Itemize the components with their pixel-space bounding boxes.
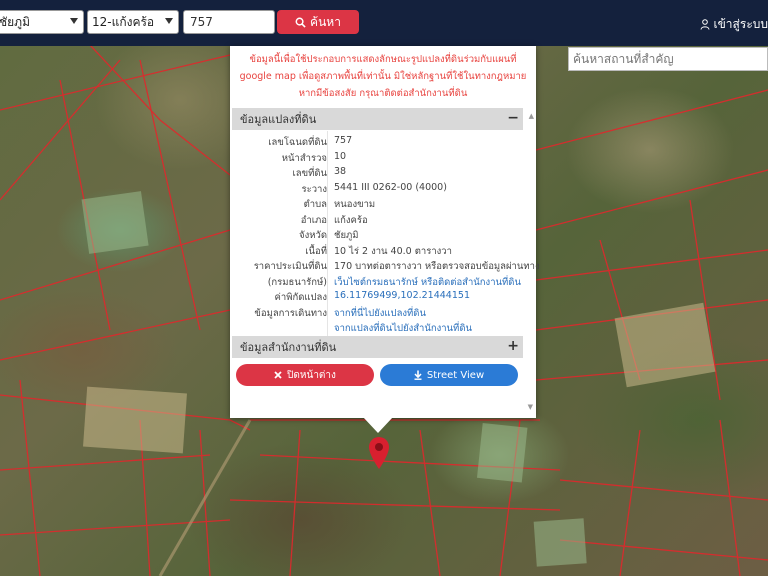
table-row: ราคาประเมินที่ดิน 170 บาทต่อตารางวา หรือต…: [230, 258, 540, 274]
download-icon: [414, 370, 422, 380]
close-x-icon: [274, 371, 282, 379]
table-row: ระวาง 5441 III 0262-00 (4000): [230, 181, 536, 197]
top-navigation-bar: ชัยภูมิ 12-แก้งคร้อ 757 ค้นหา เข้าสู่ระบ…: [0, 0, 768, 46]
row-value: 757: [334, 135, 353, 146]
table-row: ตำบล หนองขาม: [230, 196, 536, 212]
table-row: เลขที่ดิน 38: [230, 165, 536, 181]
row-link[interactable]: เว็บไซต์กรมธนารักษ์ หรือติดต่อสำนักงานที…: [334, 275, 521, 290]
row-value: 170 บาทต่อตารางวา หรือตรวจสอบข้อมูลผ่านท…: [334, 261, 540, 272]
popup-pointer: [363, 417, 393, 433]
close-window-button[interactable]: ปิดหน้าต่าง: [236, 364, 374, 386]
table-row: อำเภอ แก้งคร้อ: [230, 212, 536, 228]
row-label: ค่าพิกัดแปลง: [274, 292, 328, 303]
district-select-value: 12-แก้งคร้อ: [92, 14, 155, 29]
row-label: (กรมธนารักษ์): [267, 276, 327, 288]
street-view-button[interactable]: Street View: [380, 364, 518, 386]
parcel-info-section-header[interactable]: ข้อมูลแปลงที่ดิน −: [232, 108, 523, 130]
login-label: เข้าสู่ระบบ: [713, 17, 768, 31]
row-value: แก้งคร้อ: [334, 214, 368, 226]
row-label: เนื้อที่: [305, 245, 327, 257]
row-value: 10: [334, 150, 347, 162]
expand-icon[interactable]: +: [507, 338, 519, 354]
parcel-info-popup: ข้อมูลนี้เพื่อใช้ประกอบการแสดงลักษณะรูปแ…: [230, 46, 540, 418]
landmark-search-input[interactable]: ค้นหาสถานที่สำคัญ: [568, 47, 768, 71]
row-label: หน้าสำรวจ: [281, 152, 327, 164]
table-row: หน้าสำรวจ 10: [230, 150, 536, 166]
row-label: ข้อมูลการเดินทาง: [254, 307, 327, 319]
scroll-down-icon[interactable]: ▼: [528, 403, 533, 411]
login-link[interactable]: เข้าสู่ระบบ: [700, 15, 768, 34]
row-label: จังหวัด: [299, 230, 327, 241]
search-button[interactable]: ค้นหา: [277, 10, 359, 34]
row-label: เลขโฉนดที่ดิน: [268, 137, 327, 148]
landmark-search-placeholder: ค้นหาสถานที่สำคัญ: [573, 51, 674, 66]
row-label: ระวาง: [301, 183, 327, 195]
office-info-section-title: ข้อมูลสำนักงานที่ดิน: [240, 341, 337, 354]
map-pin-icon[interactable]: [368, 436, 390, 470]
user-icon: [700, 19, 709, 30]
chevron-down-icon: [70, 18, 78, 24]
parcel-number-value: 757: [190, 15, 213, 29]
scroll-up-icon[interactable]: ▲: [529, 112, 534, 120]
table-row: ค่าพิกัดแปลง 16.11769499,102.21444151: [230, 289, 536, 305]
row-link[interactable]: จากที่นี่ไปยังแปลงที่ดิน: [334, 306, 426, 321]
row-value: หนองขาม: [334, 199, 376, 210]
disclaimer-text: ข้อมูลนี้เพื่อใช้ประกอบการแสดงลักษณะรูปแ…: [239, 54, 527, 99]
row-link[interactable]: 16.11769499,102.21444151: [334, 290, 470, 301]
office-info-section-header[interactable]: ข้อมูลสำนักงานที่ดิน +: [232, 336, 523, 358]
row-link[interactable]: จากแปลงที่ดินไปยังสำนักงานที่ดิน: [334, 321, 472, 336]
collapse-icon[interactable]: −: [507, 110, 519, 126]
search-icon: [295, 17, 306, 28]
table-row: จังหวัด ชัยภูมิ: [230, 227, 536, 243]
row-value: ชัยภูมิ: [334, 230, 359, 241]
table-row: เลขโฉนดที่ดิน 757: [230, 134, 536, 150]
table-row: เนื้อที่ 10 ไร่ 2 งาน 40.0 ตารางวา: [230, 243, 536, 259]
chevron-down-icon: [165, 18, 173, 24]
row-value: 10 ไร่ 2 งาน 40.0 ตารางวา: [334, 245, 452, 257]
table-row: ข้อมูลการเดินทาง จากที่นี่ไปยังแปลงที่ดิน: [230, 305, 536, 321]
table-row: จากแปลงที่ดินไปยังสำนักงานที่ดิน: [230, 320, 536, 336]
close-window-label: ปิดหน้าต่าง: [287, 369, 336, 381]
row-label: ตำบล: [303, 199, 327, 210]
table-row: (กรมธนารักษ์) เว็บไซต์กรมธนารักษ์ หรือติด…: [230, 274, 536, 290]
parcel-number-input[interactable]: 757: [183, 10, 275, 34]
parcel-info-section-title: ข้อมูลแปลงที่ดิน: [240, 113, 317, 126]
district-select[interactable]: 12-แก้งคร้อ: [87, 10, 179, 34]
province-select-value: ชัยภูมิ: [0, 14, 30, 29]
row-value: 5441 III 0262-00 (4000): [334, 181, 447, 193]
street-view-label: Street View: [426, 369, 485, 381]
row-label: อำเภอ: [300, 214, 327, 226]
search-button-label: ค้นหา: [310, 14, 341, 29]
row-label: เลขที่ดิน: [292, 168, 328, 179]
province-select[interactable]: ชัยภูมิ: [0, 10, 84, 34]
row-label: ราคาประเมินที่ดิน: [253, 261, 327, 272]
row-value: 38: [334, 166, 347, 177]
